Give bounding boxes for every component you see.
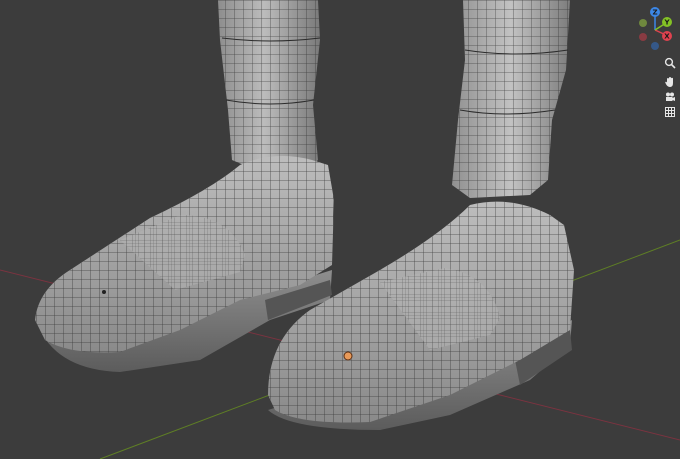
- camera-icon: [666, 92, 675, 101]
- gizmo-neg-x[interactable]: [639, 19, 647, 27]
- gizmo-x-axis[interactable]: X: [662, 31, 672, 41]
- left-leg-mesh[interactable]: [218, 0, 321, 175]
- navigation-gizmo[interactable]: Z Y X: [633, 4, 677, 52]
- zoom-icon: [664, 57, 676, 69]
- selected-vertex[interactable]: [343, 351, 353, 361]
- gizmo-z-axis[interactable]: Z: [650, 7, 660, 17]
- grid-view-icon: [665, 107, 675, 117]
- right-leg-mesh[interactable]: [452, 0, 570, 198]
- gizmo-y-axis[interactable]: Y: [662, 17, 672, 27]
- 3d-viewport[interactable]: Z Y X: [0, 0, 680, 459]
- gizmo-neg-z[interactable]: [651, 42, 659, 50]
- toggle-projection-button[interactable]: [661, 103, 679, 121]
- viewport-scene[interactable]: [0, 0, 680, 459]
- gizmo-neg-y[interactable]: [639, 33, 647, 41]
- zoom-button[interactable]: [661, 54, 679, 72]
- svg-text:Y: Y: [663, 19, 670, 27]
- svg-text:X: X: [664, 33, 670, 41]
- svg-text:Z: Z: [652, 9, 657, 17]
- hand-pan-icon: [665, 77, 673, 87]
